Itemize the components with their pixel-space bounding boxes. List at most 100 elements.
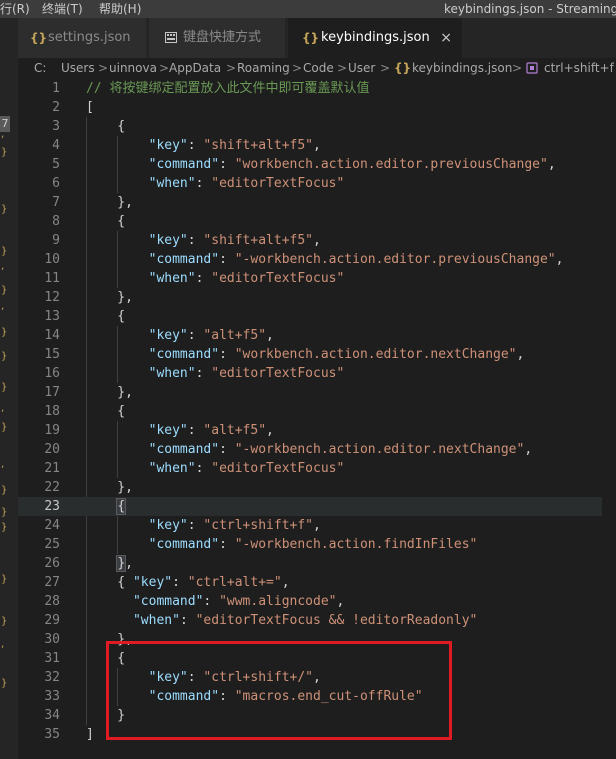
vertical-scrollbar[interactable] bbox=[602, 78, 616, 759]
code-punctuation bbox=[86, 328, 149, 343]
code-line[interactable]: 6 "when": "editorTextFocus" bbox=[18, 174, 616, 193]
line-number: 7 bbox=[52, 195, 60, 210]
line-number: 35 bbox=[44, 727, 60, 742]
code-punctuation: [ bbox=[86, 100, 94, 115]
menu-terminal[interactable]: 终端(T) bbox=[42, 0, 83, 18]
code-text: "key": "alt+f5", bbox=[86, 421, 274, 440]
json-key: "command" bbox=[148, 252, 220, 267]
json-key: "command" bbox=[132, 594, 204, 609]
code-line[interactable]: 2[ bbox=[18, 98, 616, 117]
json-key: "when" bbox=[148, 366, 196, 381]
code-line[interactable]: 11 "when": "editorTextFocus" bbox=[18, 269, 616, 288]
code-line[interactable]: 25 "command": "-workbench.action.findInF… bbox=[18, 535, 616, 554]
code-line[interactable]: 7 }, bbox=[18, 193, 616, 212]
code-line[interactable]: 17 }, bbox=[18, 383, 616, 402]
code-line[interactable]: 24 "key": "ctrl+shift+f", bbox=[18, 516, 616, 535]
close-icon[interactable]: × bbox=[440, 18, 452, 58]
code-punctuation: : bbox=[187, 423, 204, 438]
code-line[interactable]: 29 "when": "editorTextFocus && !editorRe… bbox=[18, 611, 616, 630]
breadcrumb-users[interactable]: Users bbox=[61, 58, 95, 78]
code-line[interactable]: 22 }, bbox=[18, 478, 616, 497]
code-punctuation bbox=[86, 461, 149, 476]
code-line[interactable]: 8 { bbox=[18, 212, 616, 231]
json-key: "key" bbox=[148, 423, 188, 438]
code-line[interactable]: 28 "command": "wwm.aligncode", bbox=[18, 592, 616, 611]
code-line[interactable]: 26 }, bbox=[18, 554, 616, 573]
code-punctuation: }, bbox=[86, 290, 133, 305]
code-line[interactable]: 19 "key": "alt+f5", bbox=[18, 421, 616, 440]
code-line[interactable]: 18 { bbox=[18, 402, 616, 421]
sidebar-mark: } bbox=[1, 507, 8, 518]
code-punctuation: : bbox=[195, 366, 212, 381]
code-punctuation: , bbox=[313, 233, 321, 248]
line-number: 11 bbox=[44, 271, 60, 286]
code-text: }, bbox=[86, 288, 133, 307]
code-punctuation: , bbox=[313, 138, 321, 153]
code-text: ] bbox=[86, 725, 94, 744]
tab-keybindings-json[interactable]: {} keybindings.json × bbox=[288, 18, 462, 58]
menu-help[interactable]: 帮助(H) bbox=[99, 0, 141, 18]
breadcrumb-code[interactable]: Code bbox=[303, 58, 334, 78]
code-line[interactable]: 15 "command": "workbench.action.editor.n… bbox=[18, 345, 616, 364]
json-key: "command" bbox=[148, 347, 220, 362]
tab-settings-json[interactable]: {} settings.json bbox=[18, 18, 146, 58]
code-comment: // 将按键绑定配置放入此文件中即可覆盖默认值 bbox=[86, 81, 370, 96]
window-title: keybindings.json - StreamingAss bbox=[444, 2, 616, 16]
line-number: 1 bbox=[52, 81, 60, 96]
breadcrumb-appdata[interactable]: AppData bbox=[169, 58, 221, 78]
code-punctuation: : bbox=[187, 138, 204, 153]
json-string: "shift+alt+f5" bbox=[203, 138, 313, 153]
json-string: "-workbench.action.findInFiles" bbox=[234, 537, 478, 552]
code-punctuation bbox=[86, 176, 149, 191]
chevron-right-icon: > bbox=[337, 61, 348, 75]
line-number: 26 bbox=[44, 556, 60, 571]
code-punctuation: : bbox=[187, 518, 204, 533]
code-punctuation: { bbox=[86, 309, 126, 324]
json-string: "shift+alt+f5" bbox=[203, 233, 313, 248]
menu-run[interactable]: 行(R) bbox=[0, 0, 30, 18]
code-punctuation: : bbox=[195, 271, 212, 286]
code-text: "when": "editorTextFocus" bbox=[86, 269, 345, 288]
chevron-right-icon: > bbox=[98, 61, 109, 75]
code-text: }, bbox=[86, 383, 133, 402]
code-line[interactable]: 4 "key": "shift+alt+f5", bbox=[18, 136, 616, 155]
line-number: 9 bbox=[52, 233, 60, 248]
code-punctuation bbox=[86, 423, 149, 438]
code-punctuation: { bbox=[86, 575, 133, 590]
sidebar-mark: } bbox=[1, 147, 8, 158]
code-line[interactable]: 14 "key": "alt+f5", bbox=[18, 326, 616, 345]
chevron-right-icon: > bbox=[159, 61, 170, 75]
line-number: 29 bbox=[44, 613, 60, 628]
code-text: }, bbox=[86, 478, 133, 497]
code-punctuation: , bbox=[336, 594, 345, 609]
code-line[interactable]: 20 "command": "-workbench.action.editor.… bbox=[18, 440, 616, 459]
tab-label: settings.json bbox=[48, 30, 131, 45]
code-line[interactable]: 9 "key": "shift+alt+f5", bbox=[18, 231, 616, 250]
code-line[interactable]: 1 // 将按键绑定配置放入此文件中即可覆盖默认值 bbox=[18, 79, 616, 98]
code-punctuation bbox=[86, 138, 149, 153]
code-line[interactable]: 27 { "key": "ctrl+alt+=", bbox=[18, 573, 616, 592]
code-line[interactable]: 21 "when": "editorTextFocus" bbox=[18, 459, 616, 478]
breadcrumb-uinnova[interactable]: uinnova bbox=[109, 58, 157, 78]
code-text: "when": "editorTextFocus && !editorReado… bbox=[86, 611, 477, 630]
breadcrumb-roaming[interactable]: Roaming bbox=[237, 58, 290, 78]
code-text: "command": "workbench.action.editor.next… bbox=[86, 345, 525, 364]
breadcrumb-symbol[interactable]: ctrl+shift+f bbox=[544, 58, 614, 78]
code-line[interactable]: 13 { bbox=[18, 307, 616, 326]
code-line[interactable]: 23 { bbox=[18, 497, 616, 516]
code-line[interactable]: 16 "when": "editorTextFocus" bbox=[18, 364, 616, 383]
code-line[interactable]: 3 { bbox=[18, 117, 616, 136]
line-number: 30 bbox=[44, 632, 60, 647]
breadcrumb-user[interactable]: User bbox=[348, 58, 375, 78]
breadcrumb-drive[interactable]: C: bbox=[34, 58, 46, 78]
code-line[interactable]: 12 }, bbox=[18, 288, 616, 307]
breadcrumb-file[interactable]: keybindings.json bbox=[412, 58, 512, 78]
line-number: 5 bbox=[52, 157, 60, 172]
code-line[interactable]: 5 "command": "workbench.action.editor.pr… bbox=[18, 155, 616, 174]
code-text: "command": "-workbench.action.editor.nex… bbox=[86, 440, 533, 459]
code-line[interactable]: 10 "command": "-workbench.action.editor.… bbox=[18, 250, 616, 269]
json-key: "key" bbox=[148, 233, 188, 248]
symbol-object-icon bbox=[526, 62, 538, 74]
tab-keyboard-shortcuts[interactable]: 键盘快捷方式 bbox=[149, 18, 285, 58]
code-punctuation bbox=[86, 252, 149, 267]
